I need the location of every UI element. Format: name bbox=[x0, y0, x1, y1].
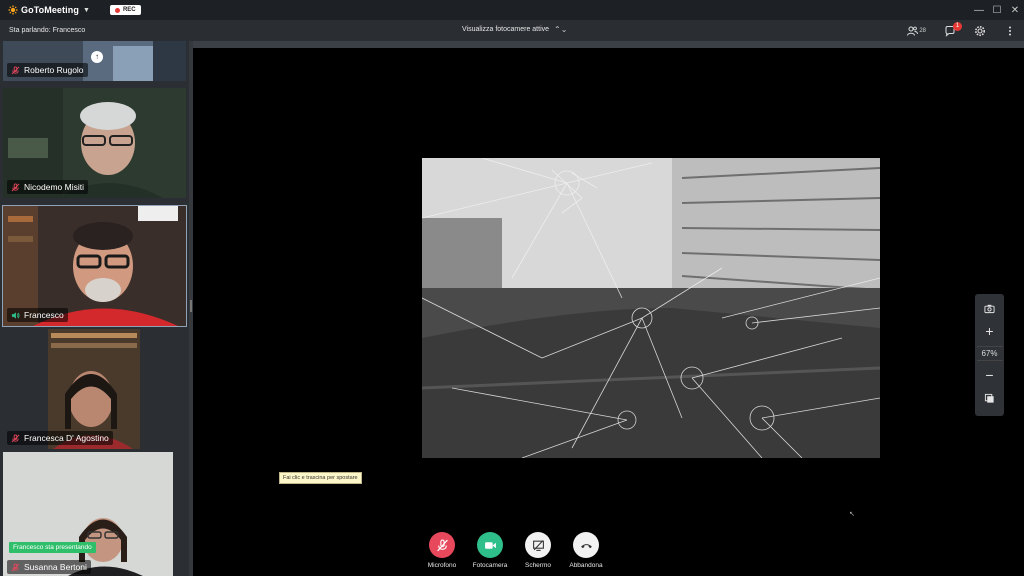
participant-tile[interactable]: Francesca D' Agostino bbox=[3, 329, 186, 449]
recording-badge[interactable]: REC bbox=[109, 5, 141, 15]
mic-muted-icon bbox=[11, 562, 20, 571]
gotomeeting-logo-icon bbox=[8, 5, 18, 15]
zoom-controls-panel: + 67% − bbox=[975, 294, 1004, 416]
camera-toggle[interactable] bbox=[477, 532, 503, 558]
mic-muted-icon bbox=[11, 182, 20, 191]
video-camera-icon bbox=[484, 541, 496, 549]
participant-name-tag: Roberto Rugolo bbox=[7, 63, 88, 77]
chat-unread-badge: 1 bbox=[953, 22, 962, 31]
participant-tile[interactable]: Nicodemo Misiti bbox=[3, 88, 186, 198]
participant-name: Francesca D' Agostino bbox=[24, 433, 109, 443]
microphone-toggle[interactable] bbox=[429, 532, 455, 558]
recording-label: REC bbox=[122, 7, 136, 13]
participant-name: Francesco bbox=[24, 310, 64, 320]
participant-name-tag: Francesco bbox=[7, 308, 68, 322]
meeting-controls: Microfono Fotocamera Schermo Abbandona bbox=[418, 532, 610, 576]
brand-name: GoToMeeting bbox=[21, 5, 79, 15]
participant-tile[interactable]: Susanna Bertoni bbox=[3, 452, 186, 576]
gotomeeting-window: GoToMeeting ▼ REC — ☐ ✕ Sta parlando: Fr… bbox=[0, 0, 1024, 576]
brand-menu[interactable]: GoToMeeting ▼ bbox=[8, 5, 90, 15]
settings-button[interactable] bbox=[974, 25, 986, 37]
participant-name: Nicodemo Misiti bbox=[24, 182, 84, 192]
more-options-button[interactable] bbox=[1004, 25, 1016, 37]
screen-share-off-icon bbox=[532, 539, 544, 551]
zoom-level: 67% bbox=[976, 346, 1003, 361]
camera-view-label: Visualizza fotocamere attive bbox=[462, 26, 550, 33]
participant-video bbox=[3, 452, 186, 576]
microphone-button[interactable]: Microfono bbox=[418, 532, 466, 576]
title-bar: GoToMeeting ▼ REC — ☐ ✕ bbox=[0, 0, 1024, 20]
camera-icon bbox=[984, 304, 995, 313]
participants-sidebar[interactable]: ↑ Roberto Rugolo Nicodemo Misiti Frances… bbox=[0, 41, 189, 576]
copy-window-icon bbox=[984, 393, 994, 403]
gear-icon bbox=[975, 26, 985, 36]
screen-share-button[interactable]: Schermo bbox=[514, 532, 562, 576]
camera-label: Fotocamera bbox=[472, 562, 508, 569]
presenting-badge: Francesco sta presentando bbox=[9, 542, 96, 553]
screen-label: Schermo bbox=[524, 562, 551, 569]
attendees-button[interactable]: 28 bbox=[906, 25, 926, 37]
chat-button[interactable]: 1 bbox=[944, 22, 962, 37]
participant-name: Roberto Rugolo bbox=[24, 65, 84, 75]
microphone-label: Microfono bbox=[427, 562, 457, 569]
active-speaker-label: Sta parlando: Francesco bbox=[9, 27, 86, 34]
chevron-down-icon: ▼ bbox=[82, 6, 90, 14]
shared-screen-image[interactable] bbox=[422, 158, 880, 458]
minimize-icon[interactable]: — bbox=[970, 5, 988, 16]
leave-meeting-toggle[interactable] bbox=[573, 532, 599, 558]
mic-muted-icon bbox=[11, 65, 20, 74]
vertical-dots-icon bbox=[1009, 26, 1011, 36]
participant-name-tag: Nicodemo Misiti bbox=[7, 180, 88, 194]
maximize-icon[interactable]: ☐ bbox=[988, 5, 1006, 16]
record-dot-icon bbox=[114, 7, 120, 13]
participant-name: Susanna Bertoni bbox=[24, 562, 87, 572]
people-icon bbox=[907, 26, 919, 36]
participant-tile-active-speaker[interactable]: Francesco bbox=[2, 205, 187, 327]
drag-hint-tooltip: Fai clic e trascina per spostare bbox=[279, 472, 362, 484]
leave-label: Abbandona bbox=[569, 562, 603, 569]
top-bar-actions: 28 1 bbox=[888, 22, 1016, 40]
participant-tile[interactable]: ↑ Roberto Rugolo bbox=[3, 41, 186, 81]
window-controls: — ☐ ✕ bbox=[970, 0, 1024, 20]
participant-name-tag: Francesca D' Agostino bbox=[7, 431, 113, 445]
meeting-top-bar: Sta parlando: Francesco Visualizza fotoc… bbox=[0, 20, 1024, 41]
scroll-up-icon[interactable]: ↑ bbox=[91, 51, 103, 63]
leave-meeting-button[interactable]: Abbandona bbox=[562, 532, 610, 576]
close-icon[interactable]: ✕ bbox=[1006, 5, 1024, 16]
zoom-in-button[interactable]: + bbox=[980, 321, 1000, 341]
zoom-out-button[interactable]: − bbox=[980, 365, 1000, 385]
participant-name-tag: Susanna Bertoni bbox=[7, 560, 91, 574]
screenshot-button[interactable] bbox=[980, 298, 1000, 318]
mouse-cursor-icon: ↖ bbox=[849, 511, 855, 518]
camera-view-selector[interactable]: Visualizza fotocamere attive ⌃⌄ bbox=[462, 25, 567, 34]
screen-share-toggle[interactable] bbox=[525, 532, 551, 558]
plus-icon: + bbox=[985, 323, 994, 339]
mic-muted-icon bbox=[11, 433, 20, 442]
shared-screen-stage[interactable]: Fai clic e trascina per spostare ↖ + 67%… bbox=[193, 41, 1024, 576]
hang-up-phone-icon bbox=[580, 543, 592, 548]
pop-out-button[interactable] bbox=[980, 388, 1000, 408]
attendee-count: 28 bbox=[919, 28, 926, 34]
minus-icon: − bbox=[985, 367, 994, 383]
resize-grip-icon[interactable] bbox=[190, 300, 192, 312]
mic-muted-icon bbox=[436, 539, 448, 551]
up-down-chevron-icon: ⌃⌄ bbox=[554, 25, 568, 34]
camera-button[interactable]: Fotocamera bbox=[466, 532, 514, 576]
speaker-volume-icon bbox=[11, 311, 20, 319]
